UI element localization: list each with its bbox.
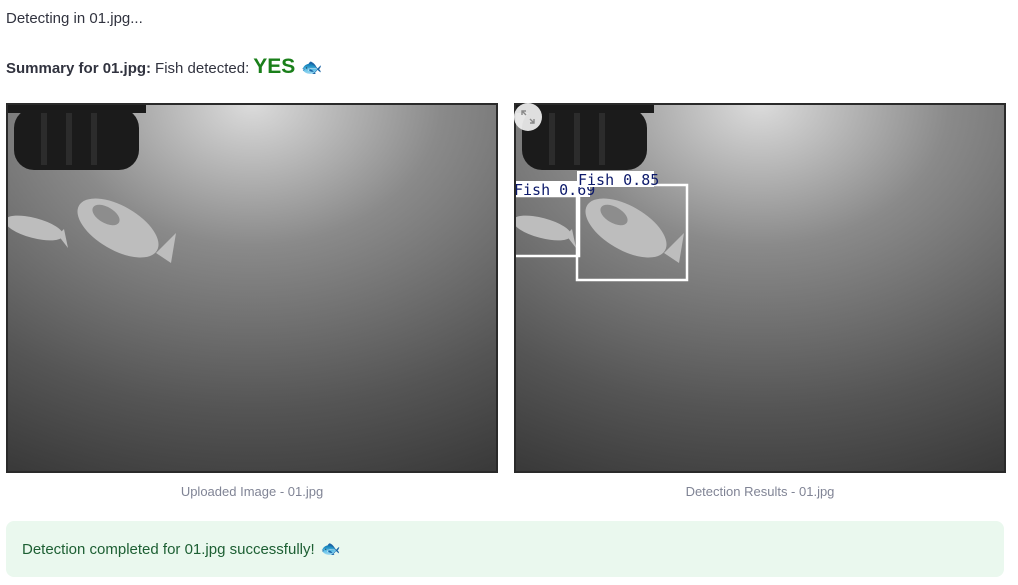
summary-label: Fish detected:	[155, 60, 250, 77]
fish-emoji-icon: 🐟	[320, 541, 341, 558]
expand-icon	[521, 110, 535, 124]
summary-prefix: Summary for 01.jpg:	[6, 60, 152, 77]
fish-emoji-icon: 🐟	[301, 58, 323, 77]
success-alert: Detection completed for 01.jpg successfu…	[6, 521, 1004, 577]
success-message: Detection completed for 01.jpg successfu…	[22, 540, 315, 558]
detection-label-2: Fish 0.85	[578, 171, 659, 189]
uploaded-image-caption: Uploaded Image - 01.jpg	[180, 484, 324, 499]
summary-result: YES	[253, 55, 296, 78]
fullscreen-expand-button[interactable]	[514, 103, 542, 131]
detection-result-image[interactable]: Fish 0.69 Fish 0.85	[514, 103, 1006, 473]
detection-result-caption: Detection Results - 01.jpg	[685, 484, 835, 499]
detecting-status-text: Detecting in 01.jpg...	[6, 10, 143, 27]
uploaded-image[interactable]	[6, 103, 498, 473]
detection-summary: Summary for 01.jpg: Fish detected: YES 🐟	[6, 55, 322, 79]
